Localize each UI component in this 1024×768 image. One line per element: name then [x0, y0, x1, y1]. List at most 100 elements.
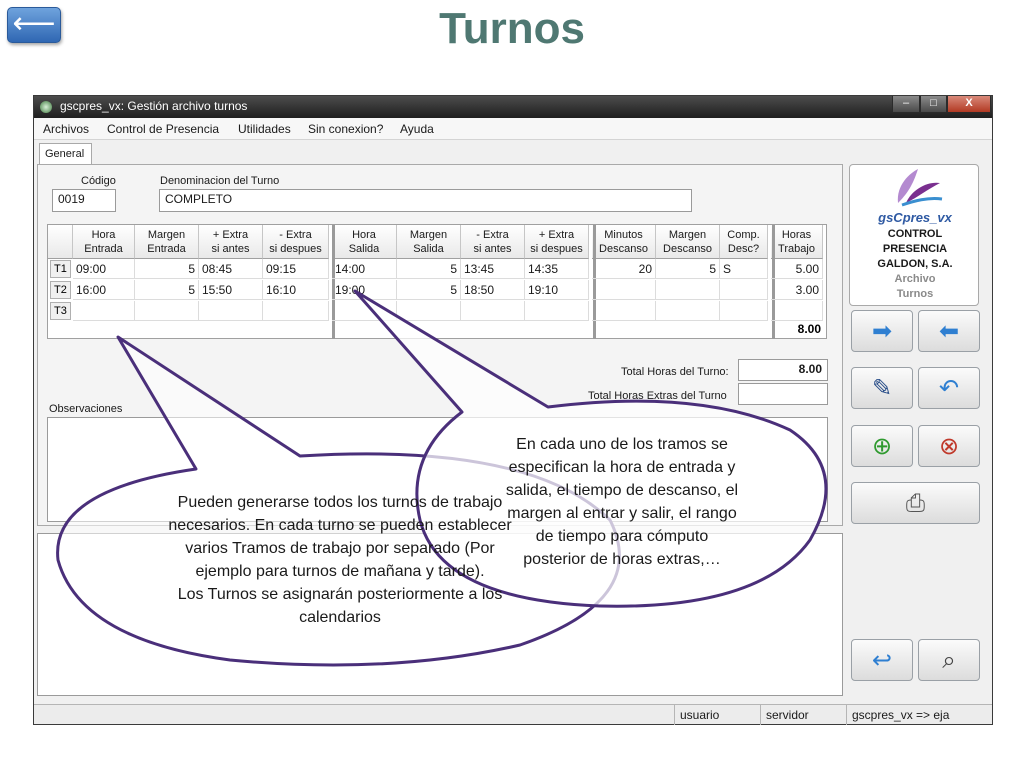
menu-sin-conexion[interactable]: Sin conexion? [308, 122, 383, 136]
grid-cell[interactable] [263, 301, 329, 321]
codigo-field[interactable]: 0019 [52, 189, 116, 212]
previous-button[interactable]: ⬅ [918, 310, 980, 352]
grid-cell[interactable] [332, 301, 397, 321]
grid-cell[interactable]: S [720, 259, 768, 279]
grid-row-header[interactable]: T3 [50, 302, 71, 320]
grid-cell[interactable] [592, 301, 656, 321]
grid-column-header[interactable]: Margen Entrada [135, 225, 199, 259]
print-button[interactable]: ⎙ [851, 482, 980, 524]
callout-line: de tiempo para cómputo [535, 528, 709, 545]
grid-header-line: Margen [668, 229, 707, 241]
grid-cell[interactable] [397, 301, 461, 321]
grid-row-header[interactable]: T1 [50, 260, 71, 278]
grid-header-line: + Extra [212, 229, 249, 241]
edit-button[interactable]: ✎ [851, 367, 913, 409]
status-bar: usuario servidor gscpres_vx => eja [34, 704, 992, 725]
grid-cell[interactable] [199, 301, 263, 321]
return-button[interactable]: ↩ [851, 639, 913, 681]
grid-header-line: + Extra [538, 229, 575, 241]
menu-ayuda[interactable]: Ayuda [400, 122, 434, 136]
arrow-right-icon: ➡ [871, 317, 893, 345]
grid-cell[interactable] [73, 301, 135, 321]
close-button[interactable]: X [947, 96, 991, 113]
grid-header-line: Trabajo [778, 243, 815, 255]
grid-cell[interactable] [771, 301, 823, 321]
grid-cell[interactable] [135, 301, 199, 321]
grid-column-header[interactable]: + Extra si antes [199, 225, 263, 259]
total-extras-label: Total Horas Extras del Turno [588, 390, 727, 402]
total-horas-field[interactable]: 8.00 [738, 359, 828, 381]
grid-header-line: Margen [409, 229, 448, 241]
grid-cell[interactable]: 16:00 [73, 280, 135, 300]
menu-archivos[interactable]: Archivos [43, 122, 89, 136]
grid-cell[interactable]: 14:00 [332, 259, 397, 279]
grid-cell[interactable]: 3.00 [771, 280, 823, 300]
maximize-button[interactable]: □ [920, 96, 947, 113]
grid-column-header[interactable]: - Extra si despues [263, 225, 329, 259]
grid-column-header[interactable]: - Extra si antes [461, 225, 525, 259]
search-records-icon: ⌕ [942, 646, 956, 674]
grid-cell[interactable]: 18:50 [461, 280, 525, 300]
grid-cell[interactable]: 19:10 [525, 280, 589, 300]
grid-cell[interactable]: 14:35 [525, 259, 589, 279]
next-button[interactable]: ➡ [851, 310, 913, 352]
grid-cell[interactable] [656, 280, 720, 300]
company-logo-panel: gsCpres_vx CONTROL PRESENCIA GALDON, S.A… [849, 164, 979, 306]
arrow-left-icon: ⬅ [938, 317, 960, 345]
menu-utilidades[interactable]: Utilidades [238, 122, 291, 136]
grid-header-line: Desc? [727, 243, 760, 255]
grid-header-line: Comp. [727, 229, 760, 241]
grid-cell[interactable] [720, 280, 768, 300]
grid-cell[interactable]: 5 [135, 280, 199, 300]
logo-sub-line: Archivo [894, 273, 936, 285]
grid-column-header[interactable]: + Extra si despues [525, 225, 589, 259]
grid-column-header[interactable]: Comp. Desc? [720, 225, 768, 259]
denominacion-field[interactable]: COMPLETO [159, 189, 692, 212]
menu-control-presencia[interactable]: Control de Presencia [107, 122, 219, 136]
grid-cell[interactable]: 5 [656, 259, 720, 279]
grid-cell[interactable]: 13:45 [461, 259, 525, 279]
grid-header-line: si despues [530, 243, 583, 255]
grid-cell[interactable] [525, 301, 589, 321]
grid-cell[interactable] [461, 301, 525, 321]
logo-brand: gsCpres_vx [878, 210, 952, 225]
grid-cell[interactable]: 08:45 [199, 259, 263, 279]
grid-column-header[interactable]: Hora Salida [332, 225, 397, 259]
grid-cell[interactable]: 20 [592, 259, 656, 279]
grid-corner [48, 225, 73, 259]
grid-cell[interactable]: 5.00 [771, 259, 823, 279]
search-button[interactable]: ⌕ [918, 639, 980, 681]
minimize-button[interactable]: – [892, 96, 920, 113]
add-record-button[interactable]: ⊕ [851, 425, 913, 467]
total-extras-field[interactable] [738, 383, 828, 405]
app-window: gscpres_vx: Gestión archivo turnos – □ X… [33, 95, 993, 725]
grid-column-header[interactable]: Margen Salida [397, 225, 461, 259]
logo-sub-line: Turnos [896, 288, 934, 300]
grid-header-line: - Extra [279, 229, 312, 241]
grid-cell[interactable]: 09:15 [263, 259, 329, 279]
edit-document-icon: ✎ [871, 374, 893, 402]
status-app: gscpres_vx => eja [846, 705, 992, 725]
grid-row-header[interactable]: T2 [50, 281, 71, 299]
tab-general[interactable]: General [39, 143, 92, 165]
grid-cell[interactable]: 16:10 [263, 280, 329, 300]
title-bar[interactable]: gscpres_vx: Gestión archivo turnos – □ X [34, 96, 992, 118]
grid-cell[interactable]: 5 [397, 259, 461, 279]
undo-button[interactable]: ↶ [918, 367, 980, 409]
grid-cell[interactable] [592, 280, 656, 300]
callout-line: posterior de horas extras,… [523, 551, 721, 568]
grid-cell[interactable]: 19:00 [332, 280, 397, 300]
delete-record-button[interactable]: ⊗ [918, 425, 980, 467]
grid-cell[interactable]: 15:50 [199, 280, 263, 300]
grid-cell[interactable] [720, 301, 768, 321]
grid-cell[interactable] [656, 301, 720, 321]
grid-column-header[interactable]: Horas Trabajo [771, 225, 823, 259]
grid-column-header[interactable]: Margen Descanso [656, 225, 720, 259]
grid-column-header[interactable]: Hora Entrada [73, 225, 135, 259]
callout-line: especifican la hora de entrada y [508, 459, 736, 476]
grid-cell[interactable]: 09:00 [73, 259, 135, 279]
grid-column-header[interactable]: Minutos Descanso [592, 225, 656, 259]
grid-cell[interactable]: 5 [397, 280, 461, 300]
grid-cell[interactable]: 5 [135, 259, 199, 279]
grid-header-line: Hora [352, 229, 376, 241]
